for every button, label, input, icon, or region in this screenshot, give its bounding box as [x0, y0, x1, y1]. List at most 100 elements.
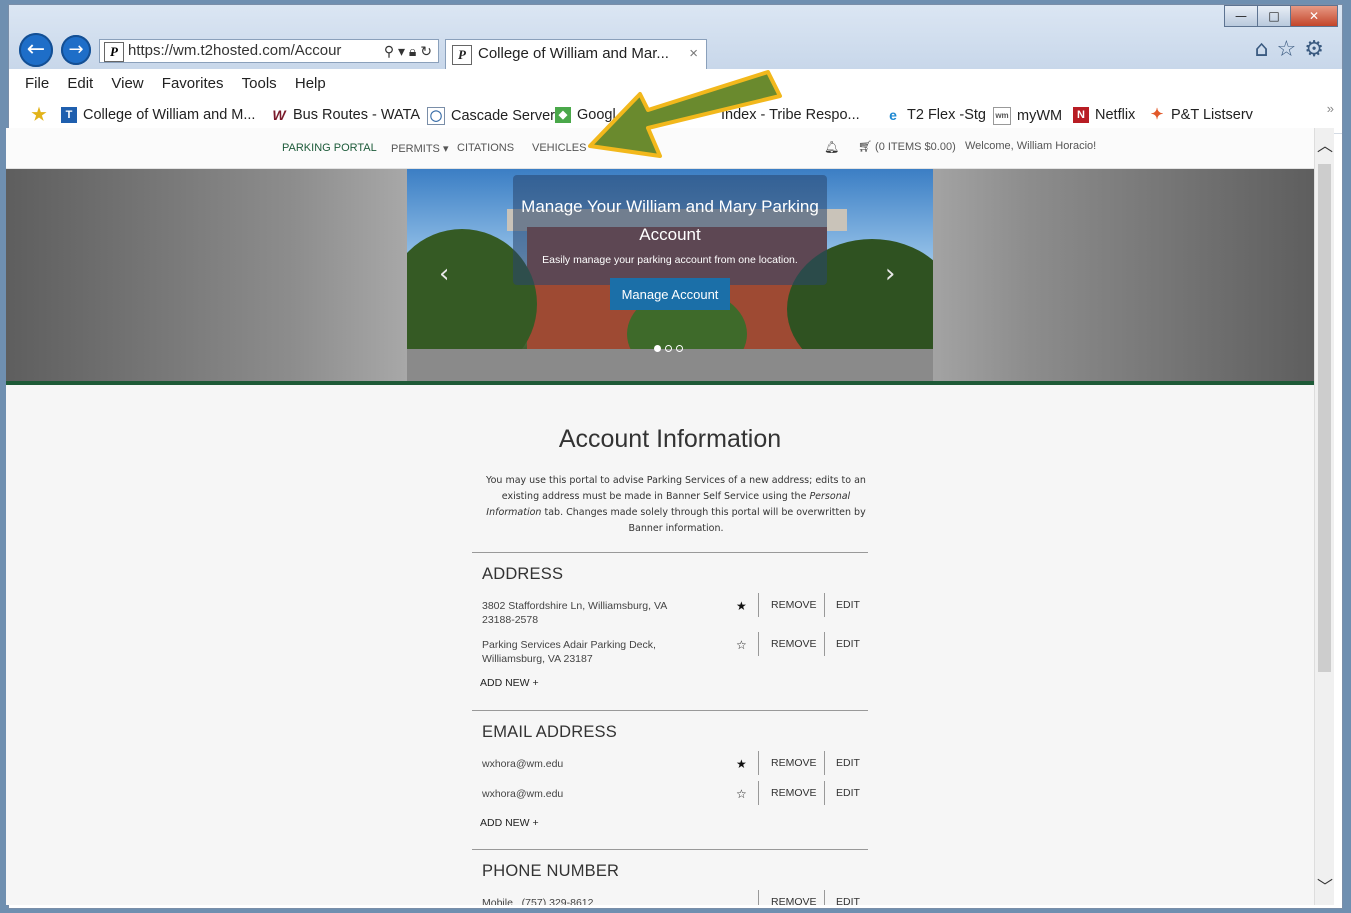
favorite-bus-routes[interactable]: W Bus Routes - WATA: [271, 107, 420, 123]
email-heading: EMAIL ADDRESS: [482, 723, 617, 741]
favorite-cascade[interactable]: ◯ Cascade Server: [427, 107, 555, 125]
account-title: Account Information: [558, 425, 782, 453]
site-favicon-icon: P: [104, 42, 124, 62]
menu-bar: File Edit View Favorites Tools Help: [9, 69, 1342, 100]
lock-icon[interactable]: 🔒︎: [409, 43, 416, 59]
address-value: 3802 Staffordshire Ln, Williamsburg, VA …: [482, 600, 667, 626]
remove-phone-button[interactable]: REMOVE: [771, 896, 817, 905]
nav-parking-portal[interactable]: PARKING PORTAL: [282, 142, 377, 154]
favorite-netflix[interactable]: N Netflix: [1073, 107, 1135, 123]
welcome-text[interactable]: Welcome, William Horacio!: [965, 140, 1096, 152]
manage-account-button[interactable]: Manage Account: [610, 278, 730, 310]
hero-subtitle: Easily manage your parking account from …: [542, 254, 798, 266]
nav-permits[interactable]: PERMITS ▾: [391, 142, 448, 155]
forward-button[interactable]: →: [61, 35, 91, 65]
favorite-t2flex[interactable]: e T2 Flex -Stg: [885, 107, 986, 123]
maximize-button[interactable]: □: [1257, 5, 1291, 27]
account-content: Account Information You may use this por…: [6, 385, 1314, 905]
favorite-tribe[interactable]: Index - Tribe Respo...: [721, 107, 860, 123]
menu-help[interactable]: Help: [295, 69, 326, 99]
cart-link[interactable]: 🛒︎ (0 ITEMS $0.00): [858, 140, 956, 153]
remove-address-button[interactable]: REMOVE: [771, 599, 817, 611]
remove-email-button[interactable]: REMOVE: [771, 757, 817, 769]
menu-tools[interactable]: Tools: [242, 69, 277, 99]
email-value: wxhora@wm.edu: [482, 788, 564, 800]
favorite-college[interactable]: T College of William and M...: [61, 107, 255, 123]
edit-address-button[interactable]: EDIT: [836, 599, 860, 611]
maps-icon: ◆: [555, 107, 571, 123]
nav-vehicles[interactable]: VEHICLES: [532, 142, 586, 154]
vertical-scrollbar[interactable]: ︿ ﹀: [1314, 128, 1334, 905]
scroll-down-icon[interactable]: ﹀: [1315, 873, 1335, 897]
refresh-icon[interactable]: ↻: [420, 43, 432, 59]
menu-edit[interactable]: Edit: [67, 69, 93, 99]
close-window-button[interactable]: ✕: [1290, 5, 1338, 27]
settings-gear-icon[interactable]: ⚙: [1304, 37, 1332, 62]
remove-address-button[interactable]: REMOVE: [771, 638, 817, 650]
divider: [758, 890, 759, 905]
carousel-indicators: [654, 345, 683, 352]
ie-icon: e: [889, 107, 897, 123]
carousel-dot[interactable]: [665, 345, 672, 352]
address-section: ADDRESS 3802 Staffordshire Ln, Williamsb…: [472, 552, 868, 711]
set-primary-star-icon[interactable]: ☆: [736, 787, 747, 801]
tab-favicon-icon: P: [452, 45, 472, 65]
dropdown-icon[interactable]: ▾: [398, 43, 405, 59]
favorites-star-icon[interactable]: ☆: [1277, 37, 1305, 62]
address-bar-tools[interactable]: ⚲ ▾ 🔒︎ ↻: [384, 40, 432, 62]
cart-icon: 🛒︎: [858, 141, 872, 153]
remove-email-button[interactable]: REMOVE: [771, 787, 817, 799]
menu-view[interactable]: View: [111, 69, 143, 99]
scrollbar-thumb[interactable]: [1318, 164, 1331, 672]
address-row: 3802 Staffordshire Ln, Williamsburg, VA …: [482, 593, 868, 629]
browser-titlebar: ← → P https://wm.t2hosted.com/Accour ⚲ ▾…: [9, 5, 1342, 69]
divider: [824, 781, 825, 805]
home-icon[interactable]: ⌂: [1255, 37, 1277, 62]
minimize-button[interactable]: —: [1224, 5, 1258, 27]
divider: [758, 632, 759, 656]
address-heading: ADDRESS: [482, 565, 564, 583]
road: [407, 349, 933, 381]
tab-close-icon[interactable]: ×: [689, 40, 698, 68]
nav-citations[interactable]: CITATIONS: [457, 142, 514, 154]
back-button[interactable]: ←: [19, 33, 53, 67]
more-favorites-icon[interactable]: »: [1327, 101, 1334, 116]
divider: [824, 593, 825, 617]
favorite-listserv[interactable]: ✦ P&T Listserv: [1149, 107, 1253, 124]
menu-file[interactable]: File: [25, 69, 49, 99]
address-bar-url: https://wm.t2hosted.com/Accour: [128, 42, 342, 59]
menu-favorites[interactable]: Favorites: [162, 69, 224, 99]
edit-email-button[interactable]: EDIT: [836, 757, 860, 769]
hero-image: Manage Your William and Mary Parking Acc…: [407, 169, 933, 381]
set-primary-star-icon[interactable]: ☆: [736, 638, 747, 652]
carousel-next-icon[interactable]: ›: [885, 259, 895, 289]
phone-value: Mobile (757) 329-8612: [482, 897, 594, 905]
hero-banner: Manage Your William and Mary Parking Acc…: [6, 169, 1314, 385]
phone-heading: PHONE NUMBER: [482, 862, 620, 880]
address-bar[interactable]: P https://wm.t2hosted.com/Accour ⚲ ▾ 🔒︎ …: [99, 39, 439, 63]
primary-star-icon[interactable]: ★: [736, 757, 747, 771]
search-icon[interactable]: ⚲: [384, 43, 394, 59]
carousel-prev-icon[interactable]: ‹: [439, 259, 449, 289]
hero-title: Manage Your William and Mary Parking Acc…: [521, 197, 819, 244]
notification-bell-icon[interactable]: 🔔︎: [824, 140, 839, 154]
netflix-icon: N: [1073, 107, 1089, 123]
email-row: wxhora@wm.edu ★ REMOVE EDIT: [482, 751, 868, 787]
favorite-mywm[interactable]: wm myWM: [993, 107, 1062, 125]
add-address-link[interactable]: ADD NEW +: [480, 677, 539, 689]
scroll-up-icon[interactable]: ︿: [1315, 132, 1335, 156]
edit-email-button[interactable]: EDIT: [836, 787, 860, 799]
edit-phone-button[interactable]: EDIT: [836, 896, 860, 905]
favorites-star-add-icon[interactable]: ★: [31, 106, 53, 123]
address-value: Parking Services Adair Parking Deck, Wil…: [482, 639, 656, 665]
favorite-google[interactable]: ◆ Googl: [555, 107, 616, 123]
browser-tab[interactable]: P College of William and Mar... ×: [445, 39, 707, 69]
carousel-dot[interactable]: [676, 345, 683, 352]
edit-address-button[interactable]: EDIT: [836, 638, 860, 650]
address-row: Parking Services Adair Parking Deck, Wil…: [482, 632, 868, 668]
portal-nav: PARKING PORTAL PERMITS ▾ CITATIONS VEHIC…: [6, 128, 1314, 169]
add-email-link[interactable]: ADD NEW +: [480, 817, 539, 829]
carousel-dot[interactable]: [654, 345, 661, 352]
primary-star-icon[interactable]: ★: [736, 599, 747, 613]
email-section: EMAIL ADDRESS wxhora@wm.edu ★ REMOVE EDI…: [472, 710, 868, 850]
